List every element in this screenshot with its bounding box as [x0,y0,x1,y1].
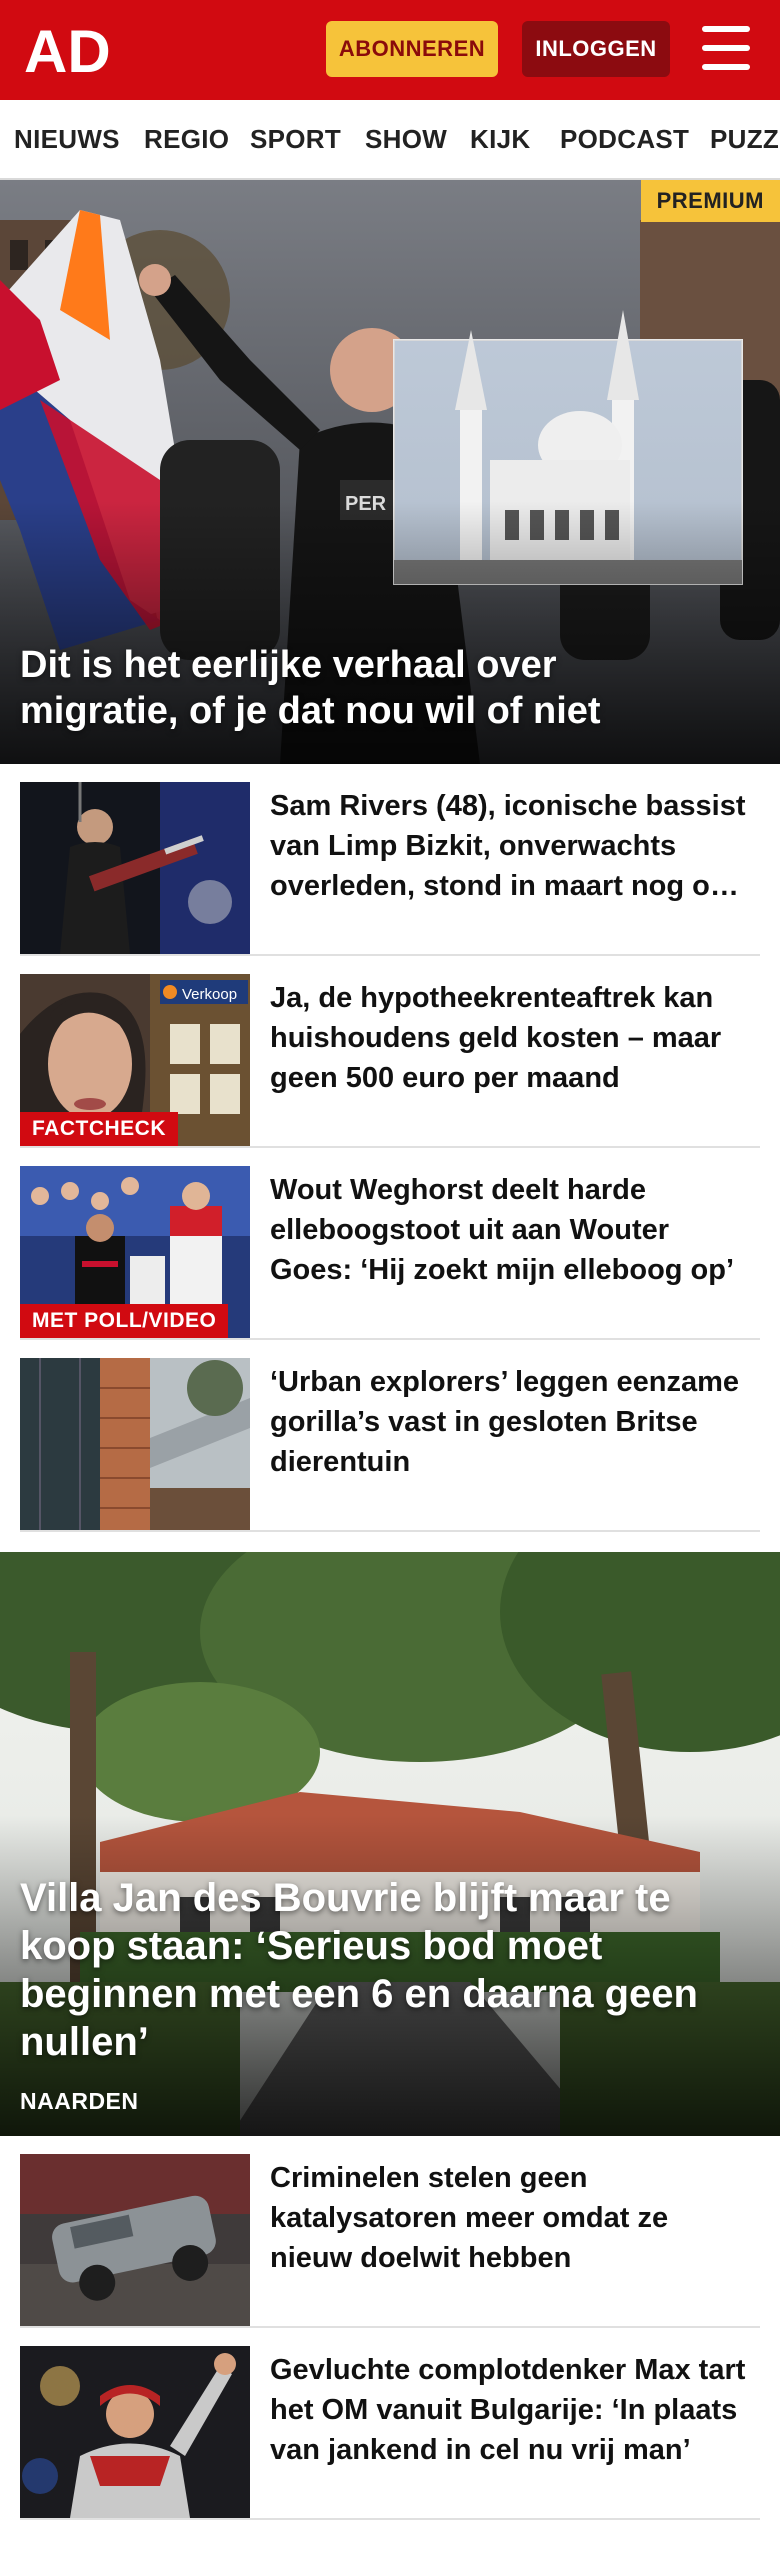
section-nav: NIEUWS REGIO SPORT SHOW KIJK PODCAST PUZ… [0,100,780,180]
article-thumbnail [20,2346,250,2518]
article-title[interactable]: Gevluchte complotdenker Max tart het OM … [270,2350,750,2470]
list-item[interactable]: Verkoop FACTCHECK Ja, de hypotheekrentea… [20,956,760,1148]
list-item[interactable]: MET POLL/VIDEO Wout Weghorst deelt harde… [20,1148,760,1340]
nav-item-puzzel[interactable]: PUZZ [710,124,779,155]
nav-item-sport[interactable]: SPORT [250,124,341,155]
list-item[interactable]: ‘Urban explorers’ leggen eenzame gorilla… [20,1340,760,1532]
article-title[interactable]: ‘Urban explorers’ leggen eenzame gorilla… [270,1362,750,1482]
poll-video-tag: MET POLL/VIDEO [20,1304,229,1338]
nav-item-podcast[interactable]: PODCAST [560,124,689,155]
article-thumbnail: MET POLL/VIDEO [20,1166,250,1338]
hero-title[interactable]: Dit is het eerlijke verhaal over migrati… [20,642,680,734]
logo-text: AD [24,22,111,78]
feature-location: NAARDEN [20,2088,139,2114]
hero-article[interactable]: PER PREMIUM Dit is het eerlijke verhaal … [0,180,780,764]
list-item[interactable]: Criminelen stelen geen katalysatoren mee… [20,2136,760,2328]
feature-title[interactable]: Villa Jan des Bouvrie blijft maar te koo… [20,1874,740,2066]
article-title[interactable]: Ja, de hypotheekrenteaftrek kan huishoud… [270,978,750,1098]
premium-badge: PREMIUM [640,180,780,222]
article-title[interactable]: Wout Weghorst deelt harde elleboogstoot … [270,1170,750,1290]
hamburger-menu-icon[interactable] [700,26,752,72]
subscribe-button[interactable]: ABONNEREN [326,21,498,77]
top-bar: AD ABONNEREN INLOGGEN [0,0,780,100]
article-thumbnail [20,1358,250,1530]
article-title[interactable]: Criminelen stelen geen katalysatoren mee… [270,2158,750,2278]
nav-item-nieuws[interactable]: NIEUWS [14,124,120,155]
factcheck-tag: FACTCHECK [20,1112,178,1146]
article-thumbnail: Verkoop FACTCHECK [20,974,250,1146]
thumb-sign-text: Verkoop [182,986,237,1003]
article-thumbnail [20,2154,250,2326]
feature-article[interactable]: Villa Jan des Bouvrie blijft maar te koo… [0,1552,780,2136]
nav-item-show[interactable]: SHOW [365,124,447,155]
nav-item-kijk[interactable]: KIJK [470,124,530,155]
list-item[interactable]: Sam Rivers (48), iconische bassist van L… [20,764,760,956]
ad-logo[interactable]: AD [24,18,116,85]
article-thumbnail [20,782,250,954]
list-item[interactable]: Gevluchte complotdenker Max tart het OM … [20,2328,760,2520]
article-title[interactable]: Sam Rivers (48), iconische bassist van L… [270,786,750,906]
nav-item-regio[interactable]: REGIO [144,124,229,155]
login-button[interactable]: INLOGGEN [522,21,670,77]
